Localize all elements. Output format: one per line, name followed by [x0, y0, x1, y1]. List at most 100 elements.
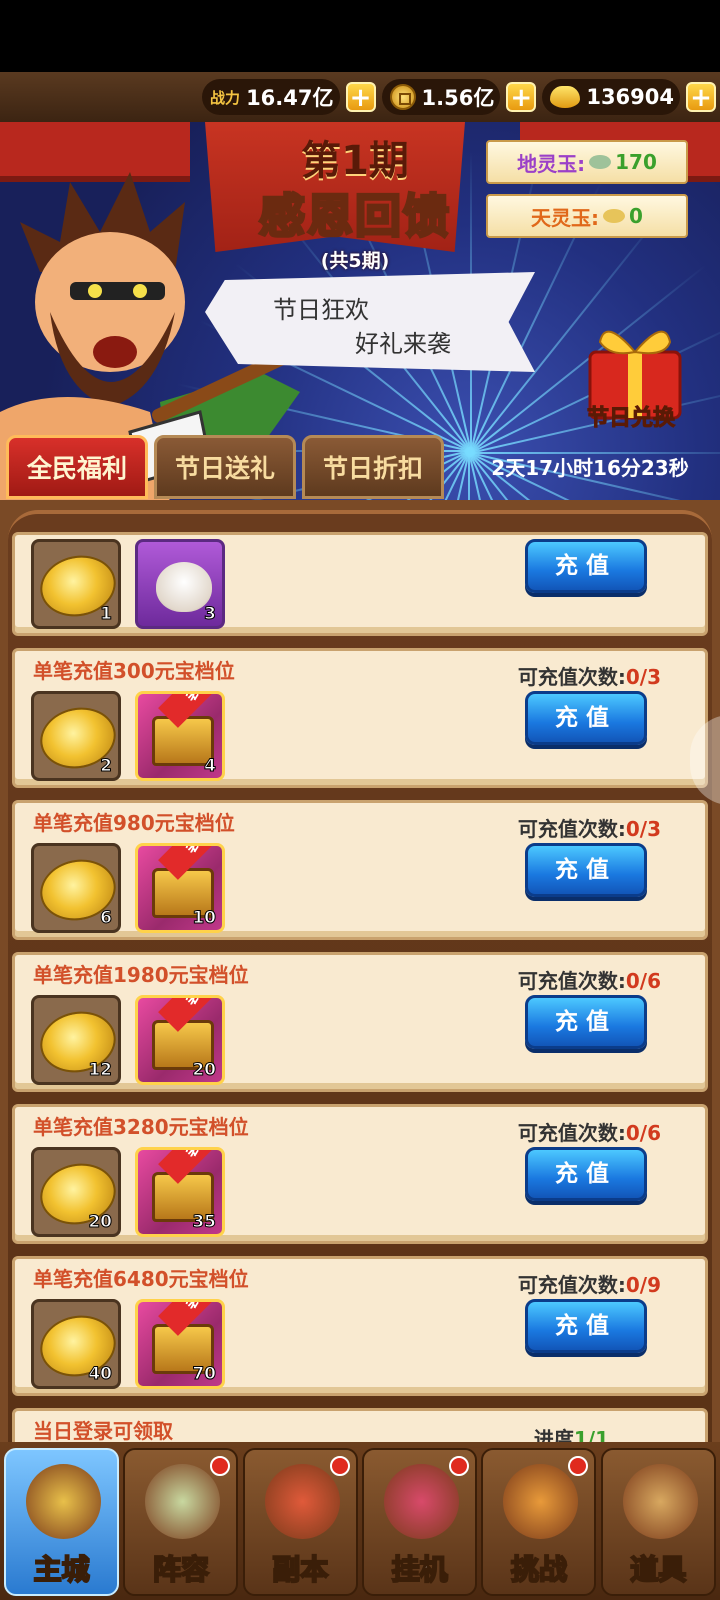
nav-idle[interactable]: 挂机 [362, 1448, 478, 1596]
reward-item-slot[interactable]: 12 [31, 995, 121, 1085]
app-root: 战力 16.47亿 + 1.56亿 + 136904 + 第1期 感恩回馈 (共… [0, 0, 720, 1600]
nav-dungeon[interactable]: 副本 [242, 1448, 358, 1596]
event-title: 感恩回馈 [258, 188, 451, 245]
reward-item-slot[interactable]: 装备10 [135, 843, 225, 933]
nav-label: 主城 [33, 1552, 91, 1587]
item-quantity: 12 [88, 1060, 113, 1081]
coins-value: 1.56亿 [421, 86, 495, 110]
item-quantity: 20 [192, 1060, 217, 1081]
item-quantity: 40 [88, 1364, 113, 1385]
earth-jade-counter: 地灵玉: 170 [486, 140, 688, 184]
reward-card-title: 单笔充值300元宝档位 [33, 659, 235, 683]
item-quantity: 3 [204, 604, 217, 625]
team-icon [145, 1464, 221, 1539]
recharge-count: 可充值次数:0/6 [518, 965, 661, 994]
recharge-button[interactable]: 充值 [525, 539, 647, 593]
recharge-button[interactable]: 充值 [525, 995, 647, 1049]
sky-jade-value: 0 [629, 204, 643, 228]
earth-jade-value: 170 [615, 150, 657, 174]
recharge-count: 可充值次数:0/9 [518, 1269, 661, 1298]
reward-item-slot[interactable]: 3 [135, 539, 225, 629]
coins-display: 1.56亿 [381, 79, 501, 115]
slogan-line-1: 节日狂欢 [273, 296, 369, 324]
notification-dot [449, 1456, 470, 1476]
recharge-button[interactable]: 充值 [525, 691, 647, 745]
notification-dot [329, 1456, 350, 1476]
nav-label: 挂机 [391, 1552, 449, 1587]
sky-jade-counter: 天灵玉: 0 [486, 194, 688, 238]
tab-gift[interactable]: 节日送礼 [154, 435, 296, 499]
item-quantity: 2 [100, 756, 113, 777]
item-quantity: 6 [100, 908, 113, 929]
notification-dot [568, 1456, 589, 1476]
earth-jade-icon [589, 155, 612, 169]
reward-item-slot[interactable]: 2 [31, 691, 121, 781]
recharge-count-label: 可充值次数: [517, 1273, 626, 1297]
event-period: 第1期 [301, 138, 409, 184]
login-reward-title: 当日登录可领取 [33, 1419, 173, 1443]
palace-icon [26, 1464, 102, 1539]
reward-item-slot[interactable]: 装备35 [135, 1147, 225, 1237]
nav-label: 副本 [271, 1552, 329, 1587]
recharge-count-value: 0/9 [625, 1273, 661, 1297]
recharge-button[interactable]: 充值 [525, 843, 647, 897]
item-quantity: 70 [192, 1364, 217, 1385]
coins-plus-button[interactable]: + [506, 82, 537, 112]
nav-label: 阵容 [152, 1552, 210, 1587]
reward-card: 单笔充值1980元宝档位 可充值次数:0/6 12 装备20 充值 [12, 952, 708, 1092]
reward-item-slot[interactable]: 40 [31, 1299, 121, 1389]
countdown-timer: 2天17小时16分23秒 [491, 456, 689, 480]
resource-bar: 战力 16.47亿 + 1.56亿 + 136904 + [0, 72, 720, 122]
recharge-count: 可充值次数:0/6 [518, 1117, 661, 1146]
reward-card-title: 单笔充值980元宝档位 [33, 811, 235, 835]
reward-card-title: 单笔充值1980元宝档位 [33, 963, 249, 987]
recharge-count-label: 可充值次数: [517, 969, 626, 993]
reward-item-slot[interactable]: 1 [31, 539, 121, 629]
tab-discount[interactable]: 节日折扣 [302, 435, 444, 499]
notification-dot [210, 1456, 231, 1476]
recharge-count-value: 0/3 [625, 665, 661, 689]
recharge-count: 可充值次数:0/3 [518, 813, 661, 842]
gift-exchange-label[interactable]: 节日兑换 [566, 400, 696, 432]
reward-item-slot[interactable]: 装备4 [135, 691, 225, 781]
nav-label: 挑战 [510, 1552, 568, 1587]
sky-jade-label: 天灵玉: [531, 205, 600, 230]
reward-card: 单笔充值3280元宝档位 可充值次数:0/6 20 装备35 充值 [12, 1104, 708, 1244]
reward-card: 单笔充值6480元宝档位 可充值次数:0/9 40 装备70 充值 [12, 1256, 708, 1396]
reward-item-slot[interactable]: 6 [31, 843, 121, 933]
challenge-icon [503, 1464, 579, 1539]
reward-item-slot[interactable]: 装备20 [135, 995, 225, 1085]
nav-team[interactable]: 阵容 [123, 1448, 239, 1596]
reward-card: 1 3 充值 [12, 532, 708, 636]
nav-palace[interactable]: 主城 [4, 1448, 120, 1596]
recharge-button[interactable]: 充值 [525, 1147, 647, 1201]
reward-card: 单笔充值300元宝档位 可充值次数:0/3 2 装备4 充值 [12, 648, 708, 788]
recharge-count-label: 可充值次数: [517, 817, 626, 841]
recharge-button[interactable]: 充值 [525, 1299, 647, 1353]
coin-icon [389, 84, 416, 110]
item-quantity: 35 [192, 1212, 217, 1233]
ingots-display: 136904 [542, 79, 680, 115]
slogan-line-2: 好礼来袭 [355, 330, 451, 358]
ingots-plus-button[interactable]: + [686, 82, 716, 112]
power-plus-button[interactable]: + [345, 82, 376, 112]
ingots-value: 136904 [586, 85, 674, 109]
ingot-icon [550, 86, 581, 108]
nav-items[interactable]: 道具 [600, 1448, 716, 1596]
sky-jade-icon [603, 209, 626, 223]
reward-item-slot[interactable]: 装备70 [135, 1299, 225, 1389]
event-banner: 第1期 感恩回馈 (共5期) 节日狂欢 好礼来袭 地灵玉: 170 天灵玉: 0… [0, 122, 720, 500]
reward-item-slot[interactable]: 20 [31, 1147, 121, 1237]
dungeon-icon [264, 1464, 340, 1539]
recharge-count-label: 可充值次数: [517, 1121, 626, 1145]
power-label: 战力 [210, 88, 241, 107]
recharge-count: 可充值次数:0/3 [518, 661, 661, 690]
item-quantity: 10 [192, 908, 217, 929]
item-quantity: 20 [88, 1212, 113, 1233]
item-quantity: 4 [204, 756, 217, 777]
tab-welfare[interactable]: 全民福利 [6, 435, 148, 499]
earth-jade-label: 地灵玉: [517, 151, 586, 176]
recharge-count-value: 0/6 [625, 969, 661, 993]
power-value: 16.47亿 [246, 86, 334, 110]
nav-challenge[interactable]: 挑战 [481, 1448, 597, 1596]
